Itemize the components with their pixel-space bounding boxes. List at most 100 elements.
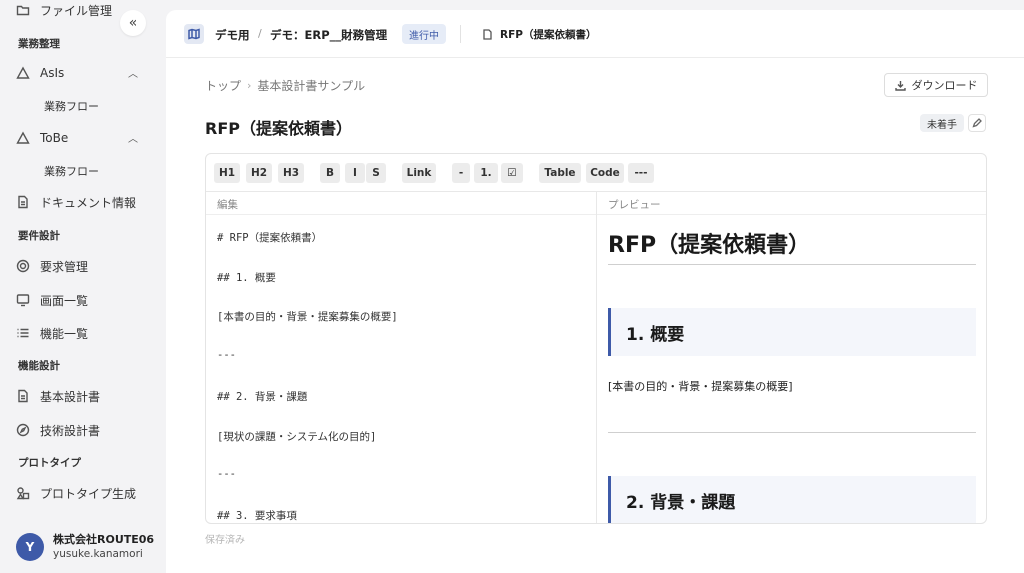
document-icon <box>483 29 492 40</box>
markdown-editor: H1 H2 H3 B I S Link - 1. ☑ Table Code --… <box>205 153 987 524</box>
sidebar-item-label: 技術設計書 <box>40 423 101 438</box>
preview-heading-2: 2. 背景・課題 <box>608 476 976 523</box>
section-label-business: 業務整理 <box>18 38 60 50</box>
shapes-icon <box>16 486 30 500</box>
target-icon <box>16 259 30 273</box>
preview-heading-2-text: 2. 背景・課題 <box>626 492 736 513</box>
source-line: ## 3. 要求事項 <box>217 510 297 522</box>
preview-paragraph: [本書の目的・背景・提案募集の概要] <box>608 380 793 393</box>
pencil-icon <box>972 118 982 128</box>
ordered-list-button[interactable]: 1. <box>474 163 498 183</box>
editor-toolbar: H1 H2 H3 B I S Link - 1. ☑ Table Code --… <box>206 154 986 192</box>
sidebar-item-function-list[interactable]: 機能一覧 <box>16 323 88 343</box>
bold-button[interactable]: B <box>320 163 340 183</box>
h3-button[interactable]: H3 <box>278 163 304 183</box>
sidebar-item-tobe[interactable]: ToBe <box>16 128 68 148</box>
monitor-icon <box>16 293 30 307</box>
user-name: yusuke.kanamori <box>53 548 143 560</box>
double-chevron-left-icon: « <box>128 15 138 31</box>
source-line: [現状の課題・システム化の目的] <box>217 431 377 443</box>
section-label-functional: 機能設計 <box>18 360 60 372</box>
link-button[interactable]: Link <box>402 163 436 183</box>
preview-heading-2-text: 1. 概要 <box>626 324 685 345</box>
breadcrumb-separator: / <box>258 27 262 40</box>
chevron-up-icon[interactable]: ︿ <box>128 65 138 80</box>
top-bar: デモ用 / デモ：ERP__財務管理 進行中 RFP（提案依頼書） <box>166 10 1024 58</box>
save-status: 保存済み <box>205 535 245 546</box>
breadcrumb-current: 基本設計書サンプル <box>257 79 366 93</box>
breadcrumb-project-group[interactable]: デモ用 <box>215 27 250 43</box>
sidebar-item-asis[interactable]: AsIs <box>16 63 64 83</box>
h1-button[interactable]: H1 <box>214 163 240 183</box>
sidebar-item-basic-design[interactable]: 基本設計書 <box>16 386 100 406</box>
triangle-icon <box>16 66 30 80</box>
source-line: # RFP（提案依頼書） <box>217 232 323 244</box>
download-button[interactable]: ダウンロード <box>884 73 988 97</box>
document-icon <box>16 195 30 209</box>
preview-heading-1: RFP（提案依頼書） <box>608 233 811 258</box>
edit-title-button[interactable] <box>968 114 986 132</box>
sidebar-item-asis-flow[interactable]: 業務フロー <box>44 98 99 114</box>
source-line: --- <box>217 468 236 480</box>
sidebar: ファイル管理 « 業務整理 AsIs ︿ 業務フロー ToBe ︿ 業務フロー … <box>0 0 160 573</box>
user-account[interactable]: Y 株式会社ROUTE06 yusuke.kanamori <box>16 533 154 561</box>
preview-pane-label: プレビュー <box>608 199 661 211</box>
sidebar-item-screen-list[interactable]: 画面一覧 <box>16 290 88 310</box>
breadcrumb-top[interactable]: トップ <box>205 77 241 94</box>
divider <box>460 25 461 43</box>
triangle-icon <box>16 131 30 145</box>
sidebar-item-tobe-flow[interactable]: 業務フロー <box>44 163 99 179</box>
sidebar-item-label: プロトタイプ生成 <box>40 486 137 501</box>
sidebar-item-label: 機能一覧 <box>40 326 89 341</box>
tab-document-label: RFP（提案依頼書） <box>500 29 597 41</box>
page-title: RFP（提案依頼書） <box>205 119 352 138</box>
sidebar-item-label: ドキュメント情報 <box>40 195 137 210</box>
horizontal-rule-button[interactable]: --- <box>628 163 654 183</box>
source-line: --- <box>217 349 236 361</box>
code-button[interactable]: Code <box>586 163 624 183</box>
main-panel: デモ用 / デモ：ERP__財務管理 進行中 RFP（提案依頼書） トップ › … <box>166 10 1024 573</box>
source-line: [本書の目的・背景・提案募集の概要] <box>217 311 398 323</box>
sidebar-item-label: AsIs <box>40 66 65 80</box>
strikethrough-button[interactable]: S <box>366 163 386 183</box>
avatar: Y <box>16 533 44 561</box>
breadcrumb: トップ › 基本設計書サンプル <box>205 77 365 94</box>
sidebar-item-prototype-gen[interactable]: プロトタイプ生成 <box>16 483 136 503</box>
table-button[interactable]: Table <box>539 163 581 183</box>
compass-icon <box>16 423 30 437</box>
tab-document[interactable]: RFP（提案依頼書） <box>482 27 596 42</box>
sidebar-item-requirement-mgmt[interactable]: 要求管理 <box>16 256 88 276</box>
sidebar-item-label: ToBe <box>40 131 69 145</box>
edit-pane-label: 編集 <box>217 199 238 211</box>
collapse-sidebar-button[interactable]: « <box>120 10 146 36</box>
map-icon[interactable] <box>184 24 204 44</box>
sidebar-item-label: 画面一覧 <box>40 293 89 308</box>
sidebar-item-label: 要求管理 <box>40 259 89 274</box>
preview-heading-2: 1. 概要 <box>608 308 976 356</box>
breadcrumb-project[interactable]: デモ：ERP__財務管理 <box>270 27 387 43</box>
user-org: 株式会社ROUTE06 <box>53 533 155 546</box>
status-badge: 進行中 <box>402 24 446 44</box>
document-icon <box>16 389 30 403</box>
sidebar-item-document-info[interactable]: ドキュメント情報 <box>16 192 136 212</box>
chevron-up-icon[interactable]: ︿ <box>128 130 138 145</box>
source-line: ## 2. 背景・課題 <box>217 391 308 403</box>
h2-button[interactable]: H2 <box>246 163 272 183</box>
heading-underline <box>608 264 976 265</box>
section-label-prototype: プロトタイプ <box>18 457 81 469</box>
section-label-requirements: 要件設計 <box>18 230 60 242</box>
source-line: ## 1. 概要 <box>217 272 276 284</box>
checklist-button[interactable]: ☑ <box>501 163 523 183</box>
sidebar-item-label: ファイル管理 <box>40 3 113 18</box>
sidebar-item-tech-design[interactable]: 技術設計書 <box>16 420 100 440</box>
bullet-list-button[interactable]: - <box>452 163 470 183</box>
folder-icon <box>16 3 30 17</box>
pane-divider[interactable] <box>596 192 597 523</box>
download-icon <box>894 80 906 91</box>
status-badge[interactable]: 未着手 <box>920 114 964 132</box>
sidebar-item-label: 基本設計書 <box>40 389 101 404</box>
chevron-right-icon: › <box>247 79 252 92</box>
list-icon <box>16 326 30 340</box>
sidebar-item-file-mgmt[interactable]: ファイル管理 <box>16 0 112 20</box>
italic-button[interactable]: I <box>345 163 365 183</box>
